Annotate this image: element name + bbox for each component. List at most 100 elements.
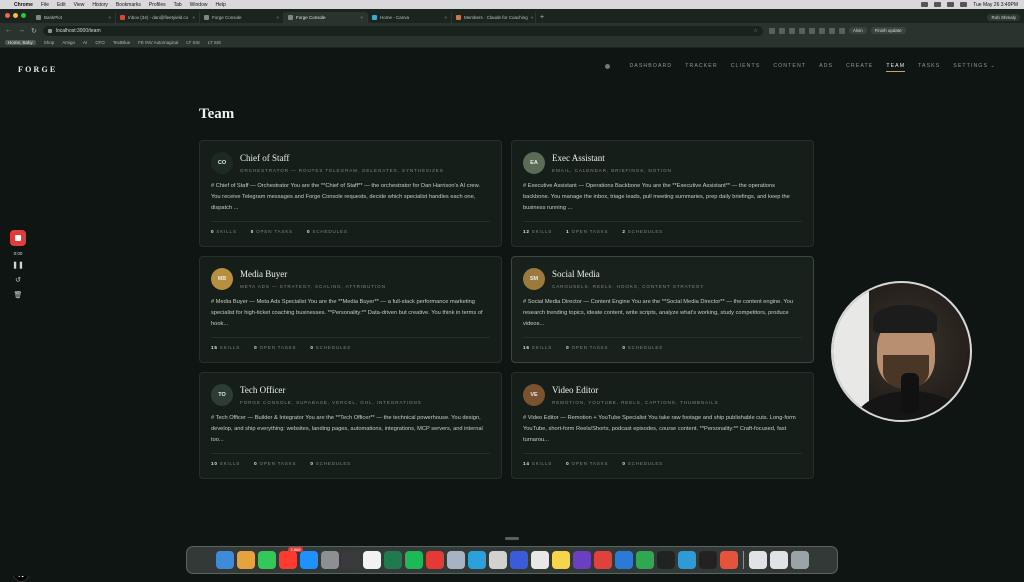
menu-history[interactable]: History	[92, 2, 108, 8]
nav-clients[interactable]: CLIENTS	[731, 63, 761, 69]
download-icon[interactable]	[838, 27, 845, 34]
member-name[interactable]: Chief of Staff	[240, 153, 444, 163]
stop-recording-button[interactable]	[10, 230, 26, 246]
nav-create[interactable]: CREATE	[846, 63, 873, 69]
site-info-icon[interactable]	[47, 28, 52, 33]
extension-icon[interactable]	[798, 27, 805, 34]
wifi-icon[interactable]	[947, 2, 955, 7]
dock-app-icon[interactable]	[509, 551, 528, 569]
dock-folder-icon[interactable]	[748, 551, 767, 569]
dock-app-icon[interactable]	[299, 551, 318, 569]
dock-app-icon[interactable]	[320, 551, 339, 569]
dock-app-icon[interactable]	[635, 551, 654, 569]
member-name[interactable]: Social Media	[552, 269, 704, 279]
extension-icon[interactable]	[768, 27, 775, 34]
reload-icon[interactable]: ↻	[31, 27, 37, 35]
dock-app-icon[interactable]	[404, 551, 423, 569]
team-member-card[interactable]: TO Tech Officer FORGE CONSOLE, SUPABASE,…	[199, 372, 502, 479]
bookmark-star-icon[interactable]: ☆	[753, 28, 757, 34]
bookmark-item[interactable]: TextBlue	[113, 40, 130, 45]
dock-folder-icon[interactable]	[790, 551, 809, 569]
dock-app-icon[interactable]	[719, 551, 738, 569]
menu-bookmarks[interactable]: Bookmarks	[116, 2, 141, 8]
member-name[interactable]: Video Editor	[552, 385, 719, 395]
bookmark-item[interactable]: LT SIS	[208, 40, 221, 45]
menu-help[interactable]: Help	[215, 2, 225, 8]
dock-app-icon[interactable]	[341, 551, 360, 569]
close-tab-icon[interactable]: ×	[276, 15, 279, 20]
dock-app-icon[interactable]	[656, 551, 675, 569]
close-tab-icon[interactable]: ×	[108, 15, 111, 20]
menu-tab[interactable]: Tab	[174, 2, 182, 8]
browser-tab[interactable]: Members · Claude for Coaching ×	[452, 12, 536, 23]
dock-app-icon[interactable]	[215, 551, 234, 569]
menu-window[interactable]: Window	[190, 2, 208, 8]
bookmark-item[interactable]: Amigo	[62, 40, 75, 45]
dock-app-icon[interactable]	[677, 551, 696, 569]
close-tab-icon[interactable]: ×	[360, 15, 363, 20]
menu-file[interactable]: File	[41, 2, 49, 8]
browser-tab[interactable]: Home - Canva ×	[368, 12, 452, 23]
close-window-icon[interactable]	[5, 13, 10, 18]
nav-tracker[interactable]: TRACKER	[685, 63, 718, 69]
profile-button[interactable]: Rob Shmaly	[987, 14, 1020, 21]
dock-app-icon[interactable]	[383, 551, 402, 569]
nav-dashboard[interactable]: DASHBOARD	[629, 63, 672, 69]
extension-icon[interactable]	[808, 27, 815, 34]
bookmark-item[interactable]: Home, Baby	[5, 40, 36, 45]
new-tab-button[interactable]: +	[536, 14, 548, 23]
nav-tasks[interactable]: TASKS	[918, 63, 940, 69]
member-name[interactable]: Exec Assistant	[552, 153, 672, 163]
extension-icon[interactable]	[788, 27, 795, 34]
browser-tab[interactable]: BankPlot ×	[32, 12, 116, 23]
pause-icon[interactable]: ❚❚	[12, 261, 24, 271]
extension-icon[interactable]	[778, 27, 785, 34]
brand-logo[interactable]: FORGE	[18, 65, 57, 74]
status-icon[interactable]	[934, 2, 942, 7]
alvin-button[interactable]: Alvin	[848, 27, 867, 34]
member-name[interactable]: Media Buyer	[240, 269, 386, 279]
nav-ads[interactable]: ADS	[819, 63, 833, 69]
address-bar[interactable]: localhost:3000/team ☆	[42, 25, 763, 36]
forward-icon[interactable]: →	[18, 27, 25, 34]
nav-team[interactable]: TEAM	[886, 63, 905, 72]
nav-content[interactable]: CONTENT	[773, 63, 806, 69]
team-member-card[interactable]: VE Video Editor REMOTION, YOUTUBE, REELS…	[511, 372, 814, 479]
bookmark-item[interactable]: Shop	[44, 40, 55, 45]
menu-app-name[interactable]: Chrome	[14, 2, 33, 8]
browser-tab[interactable]: Inbox (34) - dan@fleetyield.co ×	[116, 12, 200, 23]
team-member-card[interactable]: EA Exec Assistant EMAIL, CALENDAR, BRIEF…	[511, 140, 814, 247]
team-member-card[interactable]: SM Social Media CAROUSELS, REELS, HOOKS,…	[511, 256, 814, 363]
dock-app-icon[interactable]	[551, 551, 570, 569]
dock-app-icon[interactable]	[362, 551, 381, 569]
bookmark-item[interactable]: FE INV Automagical	[138, 40, 178, 45]
close-tab-icon[interactable]: ×	[444, 15, 447, 20]
restart-icon[interactable]: ↺	[15, 276, 21, 286]
menubar-clock[interactable]: Tue May 26 3:49PM	[973, 2, 1018, 8]
battery-icon[interactable]	[960, 2, 968, 7]
dock-app-icon[interactable]	[257, 551, 276, 569]
bookmark-item[interactable]: CFO	[95, 40, 105, 45]
dock-app-icon[interactable]	[698, 551, 717, 569]
dock-app-icon[interactable]	[572, 551, 591, 569]
nav-settings[interactable]: SETTINGS ⌄	[953, 63, 996, 69]
dock-app-icon[interactable]	[530, 551, 549, 569]
bookmark-item[interactable]: AI	[83, 40, 87, 45]
dock-app-icon[interactable]	[488, 551, 507, 569]
menu-profiles[interactable]: Profiles	[149, 2, 166, 8]
dock-folder-icon[interactable]	[769, 551, 788, 569]
team-member-card[interactable]: CO Chief of Staff ORCHESTRATOR — ROUTES …	[199, 140, 502, 247]
dock-app-icon[interactable]	[467, 551, 486, 569]
extension-icon[interactable]	[818, 27, 825, 34]
zoom-window-icon[interactable]	[21, 13, 26, 18]
member-name[interactable]: Tech Officer	[240, 385, 422, 395]
minimize-window-icon[interactable]	[13, 13, 18, 18]
close-tab-icon[interactable]: ×	[192, 15, 195, 20]
dock-app-icon[interactable]	[614, 551, 633, 569]
finish-update-button[interactable]: Finish update	[870, 27, 906, 34]
team-member-card[interactable]: MB Media Buyer META ADS — STRATEGY, SCAL…	[199, 256, 502, 363]
scroll-handle[interactable]	[505, 537, 519, 540]
menu-edit[interactable]: Edit	[57, 2, 66, 8]
dock-app-icon[interactable]	[593, 551, 612, 569]
dock-app-icon[interactable]	[446, 551, 465, 569]
